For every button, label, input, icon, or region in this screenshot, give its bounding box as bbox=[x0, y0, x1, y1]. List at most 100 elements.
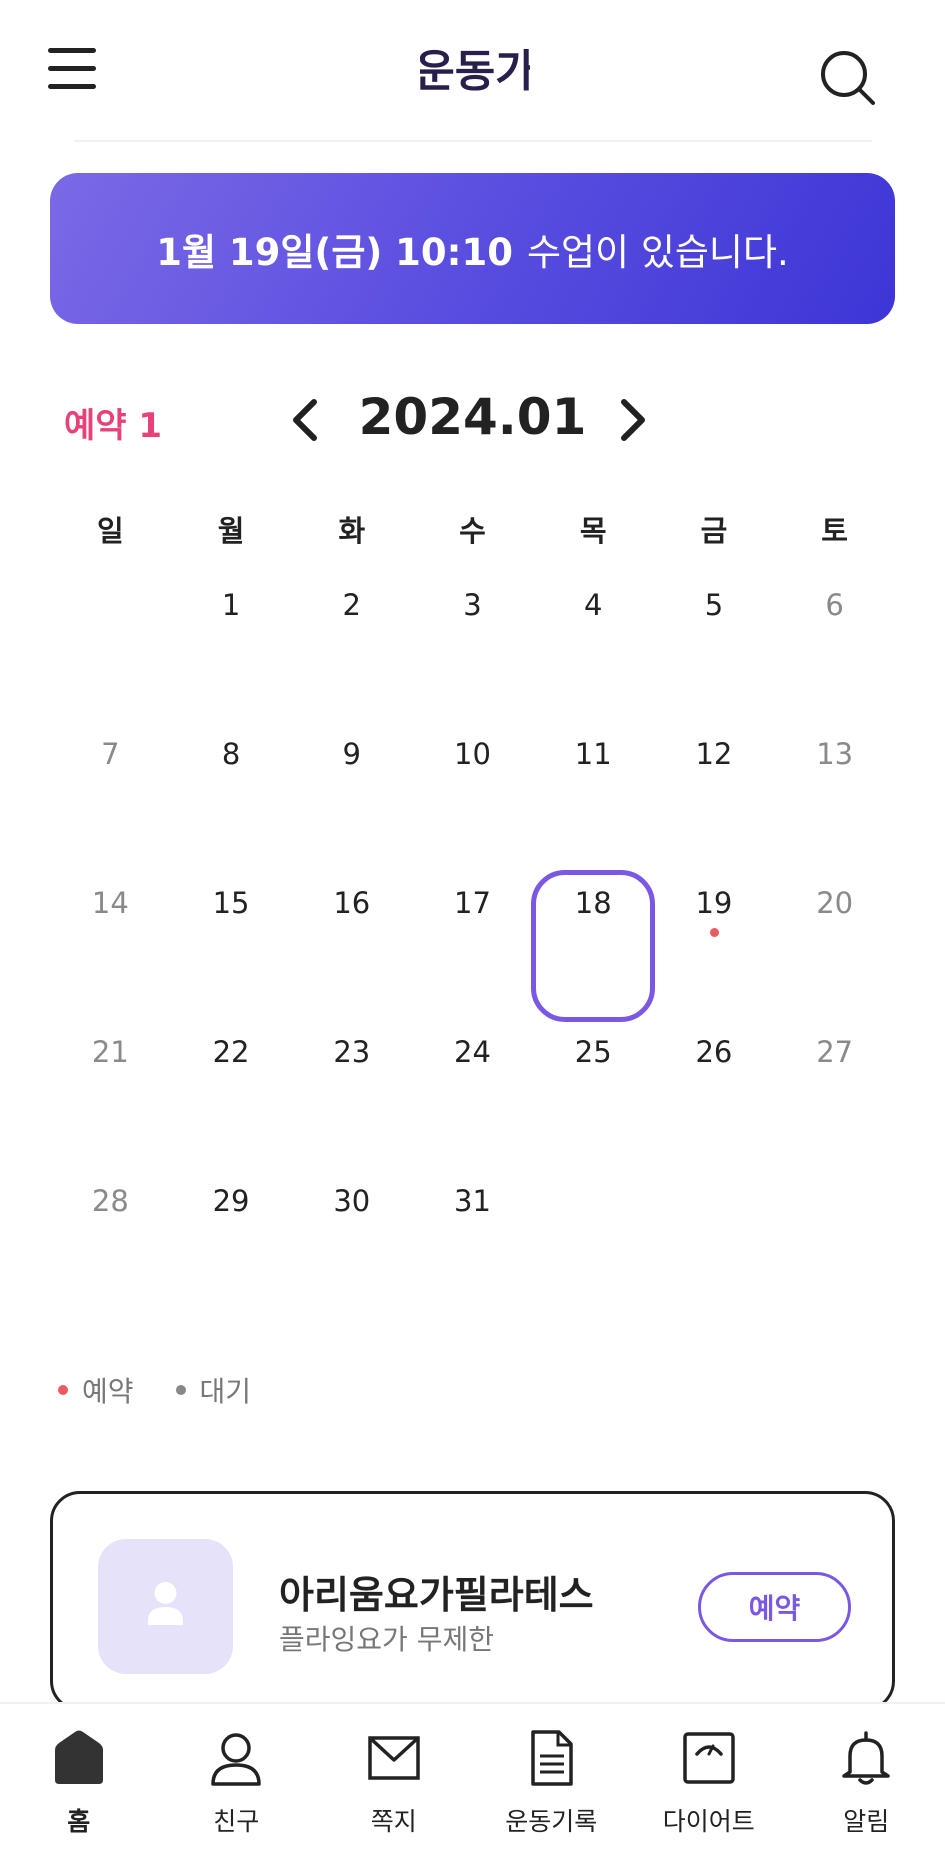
calendar-day[interactable]: 28 bbox=[50, 1176, 171, 1325]
calendar-day[interactable]: 23 bbox=[291, 1027, 412, 1176]
weekday-label: 목 bbox=[579, 514, 607, 548]
calendar-day-number: 6 bbox=[825, 588, 844, 622]
chevron-right-icon[interactable] bbox=[612, 396, 652, 444]
calendar-day[interactable]: 14 bbox=[50, 878, 171, 1027]
calendar-day[interactable]: 27 bbox=[774, 1027, 895, 1176]
nav-friends[interactable]: 친구 bbox=[158, 1704, 316, 1869]
bell-icon bbox=[842, 1731, 890, 1785]
calendar-day-number: 21 bbox=[91, 1035, 129, 1069]
banner-date-time: 1월 19일(금) 10:10 bbox=[156, 230, 513, 274]
calendar-day[interactable]: 13 bbox=[774, 729, 895, 878]
legend-reserved-label: 예약 bbox=[82, 1375, 134, 1408]
calendar-day[interactable]: 7 bbox=[50, 729, 171, 878]
calendar-day-number: 4 bbox=[583, 588, 603, 622]
weekday-label: 수 bbox=[459, 514, 486, 548]
nav-label: 친구 bbox=[213, 1807, 260, 1836]
calendar-day-number: 30 bbox=[333, 1184, 371, 1218]
calendar-day[interactable]: 26 bbox=[654, 1027, 775, 1176]
person-icon bbox=[148, 1582, 183, 1625]
studio-card[interactable]: 아리움요가필라테스 플라잉요가 무제한 예약 bbox=[50, 1491, 895, 1711]
weekday-label: 금 bbox=[700, 514, 728, 548]
chevron-left-icon[interactable] bbox=[286, 396, 326, 444]
month-title: 2024.01 bbox=[358, 388, 587, 446]
nav-notifications[interactable]: 알림 bbox=[788, 1704, 945, 1869]
weekday-label: 일 bbox=[97, 514, 124, 548]
calendar-day-number: 27 bbox=[816, 1035, 854, 1069]
calendar-day-number: 31 bbox=[454, 1184, 491, 1218]
calendar-day-number: 24 bbox=[454, 1035, 491, 1069]
mail-icon bbox=[368, 1736, 420, 1780]
calendar-day-number: 8 bbox=[221, 737, 241, 771]
calendar-day[interactable]: 11 bbox=[533, 729, 654, 878]
calendar-day-number: 28 bbox=[91, 1184, 129, 1218]
scale-icon bbox=[683, 1732, 735, 1784]
calendar-day-number: 18 bbox=[574, 886, 612, 920]
calendar-day[interactable]: 31 bbox=[412, 1176, 533, 1325]
nav-workout-log[interactable]: 운동기록 bbox=[473, 1704, 631, 1869]
calendar-day[interactable]: 21 bbox=[50, 1027, 171, 1176]
nav-label: 다이어트 bbox=[662, 1807, 755, 1836]
nav-messages[interactable]: 쪽지 bbox=[315, 1704, 473, 1869]
calendar-day[interactable]: 3 bbox=[412, 580, 533, 729]
weekday-label: 화 bbox=[338, 514, 366, 548]
calendar-day-number: 7 bbox=[101, 737, 120, 771]
search-icon[interactable] bbox=[818, 48, 878, 108]
calendar-day[interactable]: 17 bbox=[412, 878, 533, 1027]
calendar-day[interactable]: 16 bbox=[291, 878, 412, 1027]
calendar-day[interactable]: 9 bbox=[291, 729, 412, 878]
calendar-day-number: 1 bbox=[221, 588, 241, 622]
app-header: 운동가 bbox=[0, 0, 945, 142]
nav-home[interactable]: 홈 bbox=[0, 1704, 158, 1869]
calendar-day[interactable]: 1 bbox=[171, 580, 292, 729]
waiting-dot-icon bbox=[175, 1385, 186, 1395]
reserve-button[interactable]: 예약 bbox=[698, 1572, 851, 1642]
calendar-day[interactable]: 2 bbox=[291, 580, 412, 729]
calendar-day[interactable]: 19 bbox=[654, 878, 775, 1027]
calendar-day-number: 11 bbox=[574, 737, 612, 771]
calendar-day-number: 23 bbox=[333, 1035, 371, 1069]
hamburger-menu-icon[interactable] bbox=[48, 48, 98, 89]
calendar-day[interactable]: 5 bbox=[654, 580, 775, 729]
svg-text:운동가: 운동가 bbox=[420, 46, 530, 97]
calendar-day-number: 19 bbox=[695, 886, 733, 920]
home-icon bbox=[54, 1730, 103, 1784]
legend-waiting: 대기 bbox=[175, 1370, 252, 1410]
calendar-day-number: 17 bbox=[454, 886, 491, 920]
calendar-day[interactable]: 10 bbox=[412, 729, 533, 878]
calendar-day-number: 2 bbox=[342, 588, 361, 622]
calendar-day[interactable]: 30 bbox=[291, 1176, 412, 1325]
calendar-day-number: 22 bbox=[212, 1035, 250, 1069]
calendar-day-number: 25 bbox=[574, 1035, 612, 1069]
calendar-day-number: 20 bbox=[816, 886, 854, 920]
calendar-day[interactable]: 6 bbox=[774, 580, 895, 729]
calendar-day-number: 12 bbox=[695, 737, 733, 771]
legend-reserved: 예약 bbox=[58, 1370, 134, 1410]
calendar-day[interactable]: 4 bbox=[533, 580, 654, 729]
document-icon bbox=[531, 1730, 573, 1786]
calendar-day-number: 15 bbox=[212, 886, 250, 920]
calendar-day-number: 3 bbox=[463, 588, 482, 622]
calendar-day-number: 14 bbox=[91, 886, 129, 920]
header-divider bbox=[74, 140, 872, 142]
nav-label: 알림 bbox=[843, 1807, 890, 1836]
calendar-day-today[interactable]: 18 bbox=[533, 878, 654, 1027]
bottom-navigation: 홈 친구 쪽지 운동기록 다이어트 알림 bbox=[0, 1702, 945, 1869]
calendar-day[interactable]: 25 bbox=[533, 1027, 654, 1176]
calendar-day-number: 5 bbox=[704, 588, 724, 622]
calendar-day[interactable]: 8 bbox=[171, 729, 292, 878]
calendar-day[interactable]: 12 bbox=[654, 729, 775, 878]
calendar-day[interactable]: 29 bbox=[171, 1176, 292, 1325]
calendar-empty-cell bbox=[50, 580, 171, 729]
banner-message: 수업이 있습니다. bbox=[526, 230, 789, 274]
calendar-day[interactable]: 20 bbox=[774, 878, 895, 1027]
reservation-count: 예약 1 bbox=[64, 406, 163, 446]
upcoming-class-banner[interactable]: 1월 19일(금) 10:10 수업이 있습니다. bbox=[50, 173, 895, 324]
legend-waiting-label: 대기 bbox=[199, 1375, 252, 1408]
nav-diet[interactable]: 다이어트 bbox=[630, 1704, 788, 1869]
calendar-day-number: 10 bbox=[454, 737, 491, 771]
weekday-header: 일 월 화 수 목 금 토 bbox=[50, 508, 895, 550]
calendar-day[interactable]: 24 bbox=[412, 1027, 533, 1176]
calendar-day[interactable]: 15 bbox=[171, 878, 292, 1027]
nav-label: 홈 bbox=[67, 1807, 91, 1836]
calendar-day[interactable]: 22 bbox=[171, 1027, 292, 1176]
